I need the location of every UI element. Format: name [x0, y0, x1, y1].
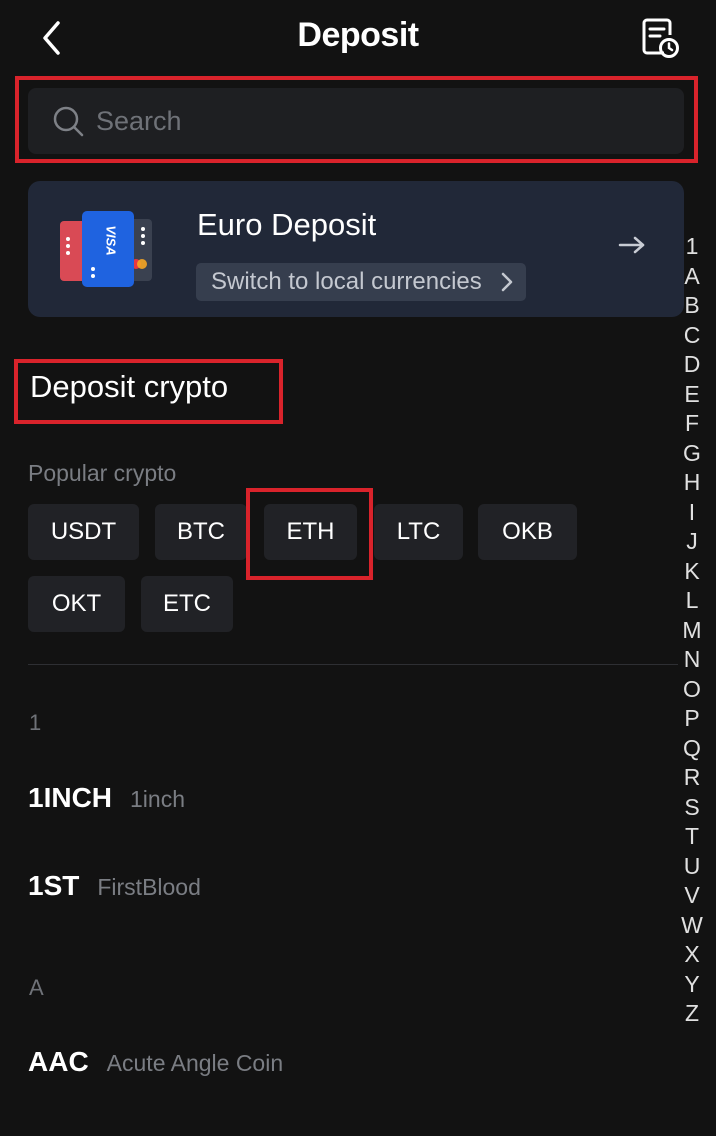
chip-ltc[interactable]: LTC — [374, 504, 463, 560]
chevron-right-icon — [501, 272, 513, 292]
coin-row-1st[interactable]: 1ST FirstBlood — [28, 870, 668, 930]
alpha-index-letter[interactable]: L — [678, 586, 706, 616]
alpha-index-letter[interactable]: Z — [678, 999, 706, 1029]
popular-crypto-label: Popular crypto — [28, 460, 177, 486]
alpha-index-letter[interactable]: I — [678, 498, 706, 528]
alpha-index-letter[interactable]: R — [678, 763, 706, 793]
alpha-index-letter[interactable]: J — [678, 527, 706, 557]
alpha-index-letter[interactable]: Q — [678, 734, 706, 764]
chip-usdt[interactable]: USDT — [28, 504, 139, 560]
visa-card-graphic: VISA — [82, 211, 134, 287]
chip-etc[interactable]: ETC — [141, 576, 233, 632]
page-title: Deposit — [297, 16, 419, 54]
chip-btc[interactable]: BTC — [155, 504, 247, 560]
alpha-index-letter[interactable]: B — [678, 291, 706, 321]
alpha-index-letter[interactable]: A — [678, 262, 706, 292]
coin-symbol: 1ST — [28, 870, 80, 901]
payment-cards-illustration: VISA — [58, 209, 158, 293]
arrow-right-icon[interactable] — [618, 235, 646, 255]
coin-name: FirstBlood — [97, 874, 201, 900]
alpha-index-letter[interactable]: O — [678, 675, 706, 705]
history-button[interactable] — [634, 12, 686, 64]
alpha-index-letter[interactable]: U — [678, 852, 706, 882]
coin-symbol: 1INCH — [28, 782, 113, 813]
alpha-index-letter[interactable]: K — [678, 557, 706, 587]
chip-okb[interactable]: OKB — [478, 504, 577, 560]
alpha-index-letter[interactable]: X — [678, 940, 706, 970]
document-clock-icon — [642, 18, 679, 58]
switch-currency-label: Switch to local currencies — [211, 268, 482, 295]
coin-name: 1inch — [130, 786, 185, 812]
alpha-index-letter[interactable]: G — [678, 439, 706, 469]
group-header-1: 1 — [29, 710, 42, 735]
chip-okt[interactable]: OKT — [28, 576, 125, 632]
alpha-index-letter[interactable]: W — [678, 911, 706, 941]
alpha-index-letter[interactable]: P — [678, 704, 706, 734]
alpha-index-letter[interactable]: F — [678, 409, 706, 439]
alpha-index-letter[interactable]: N — [678, 645, 706, 675]
coin-row-1inch[interactable]: 1INCH 1inch — [28, 782, 668, 842]
section-divider — [28, 664, 678, 665]
alpha-index-letter[interactable]: S — [678, 793, 706, 823]
alpha-index-letter[interactable]: D — [678, 350, 706, 380]
alpha-index-letter[interactable]: M — [678, 616, 706, 646]
coin-symbol: AAC — [28, 1046, 89, 1077]
alphabet-index[interactable]: 1 A B C D E F G H I J K L M N O P Q R S … — [678, 232, 706, 1029]
group-header-a: A — [29, 975, 44, 1000]
euro-deposit-title: Euro Deposit — [197, 207, 377, 242]
euro-deposit-card[interactable]: VISA Euro Deposit Switch to local curren… — [28, 181, 684, 317]
alpha-index-letter[interactable]: H — [678, 468, 706, 498]
visa-logo: VISA — [103, 225, 119, 256]
switch-currency-button[interactable]: Switch to local currencies — [196, 263, 526, 301]
chip-eth[interactable]: ETH — [264, 504, 357, 560]
search-input[interactable] — [96, 105, 656, 137]
alpha-index-letter[interactable]: V — [678, 881, 706, 911]
coin-name: Acute Angle Coin — [106, 1050, 284, 1076]
deposit-crypto-heading: Deposit crypto — [30, 369, 229, 404]
alpha-index-letter[interactable]: 1 — [678, 232, 706, 262]
coin-row-aac[interactable]: AAC Acute Angle Coin — [28, 1046, 668, 1106]
alpha-index-letter[interactable]: Y — [678, 970, 706, 1000]
alpha-index-letter[interactable]: C — [678, 321, 706, 351]
search-bar[interactable] — [28, 88, 684, 154]
alpha-index-letter[interactable]: T — [678, 822, 706, 852]
search-icon — [53, 106, 84, 137]
alpha-index-letter[interactable]: E — [678, 380, 706, 410]
